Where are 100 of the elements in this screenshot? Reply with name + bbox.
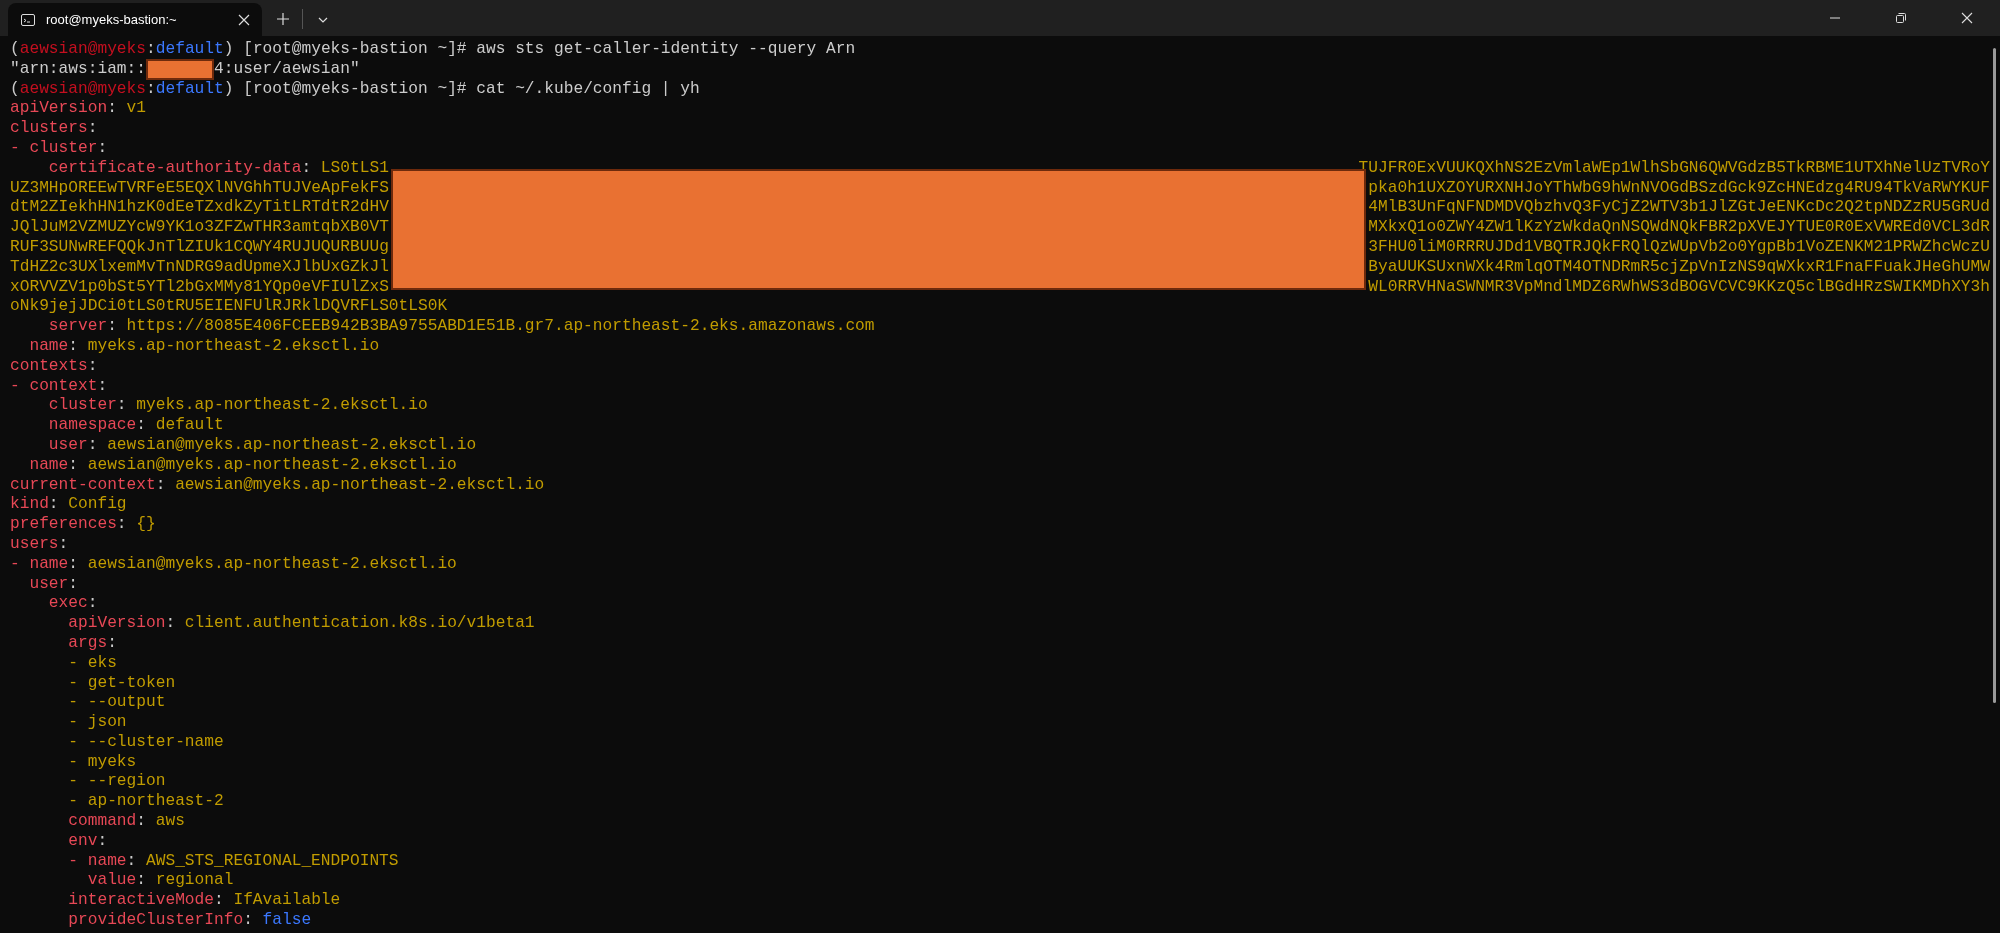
yaml-value: 4MlB3UnFqNFNDMDVQbzhvQ3FyCjZ2WTV3b1JlZGtJeENKcDc2Q2tpNDZzRU5GRUd xyxy=(1368,198,1990,219)
restore-icon[interactable] xyxy=(1895,12,1907,24)
terminal-text: : xyxy=(97,831,108,850)
terminal-text: : xyxy=(214,891,224,910)
terminal-text: ) [root@myeks-bastion ~]# aws sts get-caller-identity --query Arn xyxy=(223,40,856,58)
yaml-value: aewsian@myeks.ap-northeast-2.eksctl.io xyxy=(107,435,477,454)
list-dash: - xyxy=(10,554,20,573)
yaml-value: --cluster-name xyxy=(87,732,224,751)
yaml-value: --region xyxy=(87,772,166,791)
terminal-text: : xyxy=(68,574,78,593)
list-dash: - xyxy=(68,693,78,712)
terminal-text: : xyxy=(68,554,78,573)
plus-icon[interactable] xyxy=(276,12,290,26)
yaml-key: user xyxy=(29,574,69,593)
terminal-text: ) [root@myeks-bastion ~]# cat ~/.kube/config | yh xyxy=(223,79,700,98)
terminal-text: : xyxy=(136,416,146,435)
terminal-text: : xyxy=(126,851,137,870)
list-dash: - xyxy=(68,792,78,811)
yaml-key: command xyxy=(68,812,137,831)
close-icon[interactable] xyxy=(1961,12,1973,24)
yaml-value: Config xyxy=(68,495,127,514)
terminal-text: : xyxy=(243,911,253,930)
terminal-text: : xyxy=(107,99,117,118)
redaction-box xyxy=(146,58,214,80)
yaml-value: LS0tLS1 xyxy=(320,158,389,177)
yaml-value: AWS_STS_REGIONAL_ENDPOINTS xyxy=(146,851,399,870)
yaml-value: ByaUUKSUxnWXk4RmlqOTM4OTNDRmR5cjZpVnIzNS9qWXkxR1FnaFFuakJHeGhUMW xyxy=(1368,257,1990,278)
yaml-value: aewsian@myeks.ap-northeast-2.eksctl.io xyxy=(87,455,457,474)
terminal-text: : xyxy=(136,871,146,890)
yaml-key: context xyxy=(29,376,98,395)
yaml-value: dtM2ZIekhHN1hzK0dEeTZxdkZyTitLRTdtR2dHV xyxy=(10,198,389,217)
yaml-key: contexts xyxy=(10,356,88,375)
yaml-value: aewsian@myeks.ap-northeast-2.eksctl.io xyxy=(175,475,545,494)
terminal-text: : xyxy=(301,158,312,177)
prompt-user: aewsian@myeks xyxy=(19,40,146,58)
close-icon[interactable] xyxy=(238,13,250,26)
yaml-value: TUJFR0ExVUUKQXhNS2EzVmlaWEp1WlhSbGN6QWVGdzB5TkRBME1UTXhNelUzTVRoY xyxy=(1358,158,1990,179)
yaml-key: name xyxy=(29,336,69,355)
terminal-text: : xyxy=(136,812,146,831)
yaml-value: myeks.ap-northeast-2.eksctl.io xyxy=(136,396,428,415)
yaml-key: apiVersion xyxy=(68,614,166,633)
terminal-text: : xyxy=(146,40,156,58)
yaml-value: WL0RRVHNaSWNMR3VpMndlMDZ6RWhWS3dBOGVCVC9KKzQ5clBGdHRzSWIKMDhXY3h xyxy=(1368,277,1990,298)
terminal-text: : xyxy=(146,79,156,98)
terminal-icon xyxy=(20,11,36,28)
yaml-value: RUF3SUNwREFQQkJnTlZIUk1CQWY4RUJUQURBUUg xyxy=(10,237,389,256)
terminal-text: : xyxy=(116,396,127,415)
list-dash: - xyxy=(68,752,78,771)
yaml-key: cluster xyxy=(29,139,98,157)
yaml-key: env xyxy=(68,831,98,850)
yaml-key: interactiveMode xyxy=(68,891,214,910)
yaml-value: aws xyxy=(155,812,185,831)
list-dash: - xyxy=(68,851,78,870)
terminal-tab[interactable]: root@myeks-bastion:~ xyxy=(8,3,262,36)
yaml-key: value xyxy=(87,871,137,890)
yaml-value: MXkxQ1o0ZWY4ZW1lKzYzWkdaQnNSQWdNQkFBR2pXVEJYTUE0R0ExVWREd0VCL3dR xyxy=(1368,218,1990,238)
terminal-text: : xyxy=(155,475,166,494)
yaml-key: preferences xyxy=(10,515,117,534)
yaml-key: exec xyxy=(48,594,88,613)
yaml-value: 3FHU0liM0RRRUJDd1VBQTRJQkFRQlQzWUpVb2o0YgpBb1VoZENKM21PRWZhcWczU xyxy=(1368,237,1990,258)
terminal-text: : xyxy=(68,455,78,474)
terminal-text: : xyxy=(68,336,78,355)
yaml-value: --output xyxy=(87,693,166,712)
yaml-value: client.authentication.k8s.io/v1beta1 xyxy=(184,614,535,633)
yaml-key: name xyxy=(87,851,127,870)
yaml-value: TdHZ2c3UXlxemMvTnNDRG9adUpmeXJlbUxGZkJl xyxy=(10,257,389,276)
yaml-value: pka0h1UXZOYURXNHJoYThWbG9hWnNVOGdBSzdGck9ZcHNEdzg4RU94TkVaRWYKUF xyxy=(1368,178,1990,199)
terminal-text: : xyxy=(165,614,176,633)
list-dash: - xyxy=(68,673,78,692)
prompt-user: aewsian@myeks xyxy=(19,79,146,98)
yaml-value: https://8085E406FCEEB942B3BA9755ABD1E51B.gr7.ap-northeast-2.eks.amazonaws.com xyxy=(126,317,875,336)
yaml-value: xORVVZV1p0bSt5YTl2bGxMMy81YQp0eVFIUlZxS xyxy=(10,277,389,296)
yaml-key: args xyxy=(68,633,108,652)
scrollbar-thumb[interactable] xyxy=(1993,48,1996,703)
prompt-namespace: default xyxy=(155,40,224,58)
terminal-text: : xyxy=(87,356,98,375)
yaml-value: UZ3MHpOREEwTVRFeE5EQXlNVGhhTUJVeApFekFS xyxy=(10,178,389,197)
yaml-value: regional xyxy=(155,871,234,890)
yaml-value: get-token xyxy=(87,673,176,692)
list-dash: - xyxy=(68,653,78,672)
yaml-key: current-context xyxy=(10,475,156,494)
yaml-key: server xyxy=(48,317,108,336)
terminal-text: : xyxy=(97,139,108,157)
terminal-text: ( xyxy=(10,79,20,98)
terminal-text: : xyxy=(87,594,98,613)
terminal-text: : xyxy=(87,119,98,138)
yaml-key: user xyxy=(48,435,88,454)
list-dash: - xyxy=(10,376,20,395)
yaml-value: eks xyxy=(87,653,117,672)
prompt-namespace: default xyxy=(155,79,224,98)
list-dash: - xyxy=(68,732,78,751)
yaml-key: clusters xyxy=(10,119,88,138)
terminal-text: 4:user/aewsian" xyxy=(214,59,360,78)
yaml-value: myeks.ap-northeast-2.eksctl.io xyxy=(87,336,380,355)
yaml-value: aewsian@myeks.ap-northeast-2.eksctl.io xyxy=(87,554,457,573)
yaml-key: apiVersion xyxy=(10,99,108,118)
terminal-text: : xyxy=(58,534,69,553)
terminal-text: : xyxy=(97,376,108,395)
yaml-key: name xyxy=(29,455,69,474)
yaml-value: false xyxy=(262,911,312,930)
